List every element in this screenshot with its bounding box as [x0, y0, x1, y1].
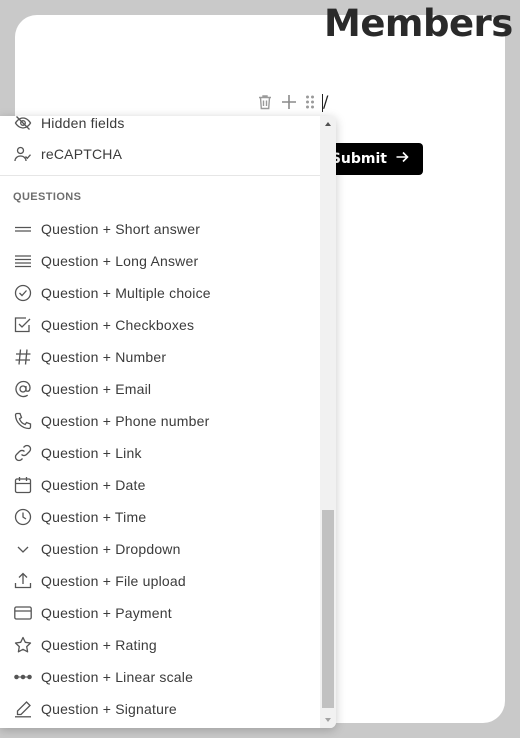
editor-input[interactable]: / — [322, 92, 328, 112]
menu-divider — [0, 175, 320, 176]
upload-icon — [14, 572, 32, 590]
user-check-icon — [14, 145, 32, 163]
linear-scale-icon — [14, 668, 32, 686]
menu-item-label: reCAPTCHA — [41, 146, 123, 162]
menu-item-label: Question + Number — [41, 349, 167, 365]
section-heading: QUESTIONS — [13, 191, 82, 203]
star-icon — [14, 636, 32, 654]
clock-icon — [14, 508, 32, 526]
menu-item-linear-scale[interactable]: Question + Linear scale — [0, 661, 320, 693]
checkbox-icon — [14, 316, 32, 334]
menu-item-label: Question + Time — [41, 509, 147, 525]
menu-item-label: Question + Email — [41, 381, 152, 397]
menu-item-label: Question + Phone number — [41, 413, 210, 429]
menu-item-date[interactable]: Question + Date — [0, 469, 320, 501]
arrow-right-icon — [395, 150, 409, 168]
menu-item-multiple-choice[interactable]: Question + Multiple choice — [0, 277, 320, 309]
calendar-icon — [14, 476, 32, 494]
menu-item-label: Question + Checkboxes — [41, 317, 195, 333]
menu-item-label: Question + Link — [41, 445, 142, 461]
circle-check-icon — [14, 284, 32, 302]
menu-item-label: Question + Short answer — [41, 221, 201, 237]
menu-item-short-answer[interactable]: Question + Short answer — [0, 213, 320, 245]
drag-handle-icon[interactable] — [304, 93, 316, 111]
at-sign-icon — [14, 380, 32, 398]
submit-button[interactable]: Submit — [327, 143, 423, 175]
menu-item-dropdown[interactable]: Question + Dropdown — [0, 533, 320, 565]
long-answer-icon — [14, 252, 32, 270]
scrollbar-thumb[interactable] — [322, 510, 334, 708]
menu-item-time[interactable]: Question + Time — [0, 501, 320, 533]
menu-item-label: Question + Rating — [41, 637, 157, 653]
menu-item-phone-number[interactable]: Question + Phone number — [0, 405, 320, 437]
menu-item-checkboxes[interactable]: Question + Checkboxes — [0, 309, 320, 341]
block-toolbar: / — [256, 92, 328, 112]
menu-item-link[interactable]: Question + Link — [0, 437, 320, 469]
page-title: Members — [324, 2, 513, 45]
menu-item-label: Question + File upload — [41, 573, 186, 589]
submit-label: Submit — [330, 151, 387, 167]
menu-item-recaptcha[interactable]: reCAPTCHA — [0, 138, 320, 170]
menu-item-payment[interactable]: Question + Payment — [0, 597, 320, 629]
typed-text: / — [323, 92, 329, 111]
scroll-down-arrow-icon[interactable] — [320, 712, 336, 728]
insert-block-menu: Hidden fields reCAPTCHA QUESTIONS Questi… — [0, 116, 336, 728]
hash-icon — [14, 348, 32, 366]
menu-item-number[interactable]: Question + Number — [0, 341, 320, 373]
credit-card-icon — [14, 604, 32, 622]
pen-icon — [14, 700, 32, 718]
eye-off-icon — [14, 116, 32, 132]
menu-item-label: Question + Date — [41, 477, 146, 493]
chevron-down-icon — [14, 540, 32, 558]
menu-item-label: Question + Signature — [41, 701, 177, 717]
menu-scrollbar[interactable] — [320, 116, 336, 728]
phone-icon — [14, 412, 32, 430]
menu-item-email[interactable]: Question + Email — [0, 373, 320, 405]
menu-item-label: Question + Payment — [41, 605, 172, 621]
menu-item-signature[interactable]: Question + Signature — [0, 693, 320, 725]
link-icon — [14, 444, 32, 462]
scroll-up-arrow-icon[interactable] — [320, 116, 336, 132]
menu-item-label: Question + Long Answer — [41, 253, 199, 269]
menu-item-label: Hidden fields — [41, 116, 125, 131]
menu-item-long-answer[interactable]: Question + Long Answer — [0, 245, 320, 277]
menu-list: Hidden fields reCAPTCHA QUESTIONS Questi… — [0, 116, 320, 728]
menu-item-hidden-fields[interactable]: Hidden fields — [0, 116, 320, 139]
menu-item-rating[interactable]: Question + Rating — [0, 629, 320, 661]
plus-icon[interactable] — [280, 93, 298, 111]
menu-item-label: Question + Multiple choice — [41, 285, 211, 301]
menu-item-label: Question + Dropdown — [41, 541, 181, 557]
trash-icon[interactable] — [256, 93, 274, 111]
menu-item-file-upload[interactable]: Question + File upload — [0, 565, 320, 597]
short-answer-icon — [14, 220, 32, 238]
menu-item-label: Question + Linear scale — [41, 669, 194, 685]
